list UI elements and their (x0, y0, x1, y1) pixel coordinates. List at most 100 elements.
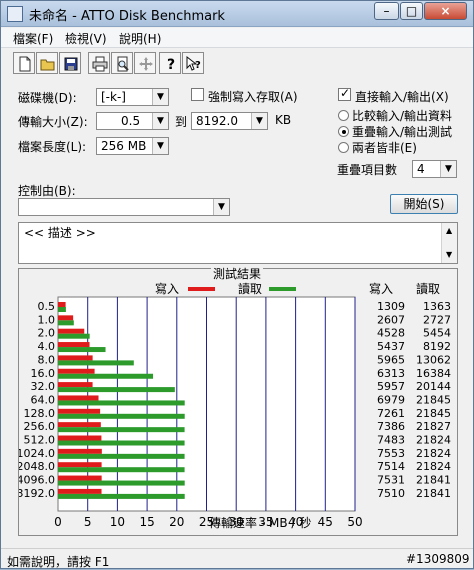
save-icon[interactable] (59, 52, 81, 74)
menu-help[interactable]: 說明(H) (119, 30, 161, 47)
title-bar[interactable]: 未命名 - ATTO Disk Benchmark – □ × (1, 1, 473, 27)
write-bar (58, 355, 93, 361)
y-tick-label: 128.0 (24, 407, 56, 420)
read-bar (58, 373, 154, 379)
force-write-checkbox[interactable] (191, 88, 204, 101)
write-bar (58, 422, 101, 428)
x-tick-label: 10 (110, 515, 125, 529)
close-button[interactable]: × (424, 2, 467, 20)
read-value: 8192 (423, 340, 451, 353)
read-value: 21841 (416, 474, 451, 487)
write-value: 5965 (377, 353, 405, 366)
description-text: << 描述 >> (24, 226, 96, 240)
chart-x-axis-label: 傳輸速率 - MB / 秒 (209, 515, 311, 530)
write-value: 7553 (377, 447, 405, 460)
y-tick-label: 4.0 (38, 340, 56, 353)
start-button[interactable]: 開始(S) (390, 194, 458, 214)
file-length-select[interactable]: 256 MB ▼ (96, 137, 169, 155)
read-bar (58, 467, 185, 473)
chevron-down-icon[interactable]: ▼ (213, 199, 229, 215)
write-bar (58, 342, 90, 348)
transfer-from-select[interactable]: 0.5 ▼ (96, 112, 169, 130)
read-value: 21824 (416, 460, 451, 473)
write-bar (58, 395, 99, 401)
description-box[interactable]: << 描述 >> ▲ ▼ (18, 222, 458, 264)
write-value: 4528 (377, 327, 405, 340)
write-bar (58, 408, 101, 414)
transfer-size-label: 傳輸大小(Z): (18, 115, 88, 129)
read-value: 16384 (416, 367, 451, 380)
read-bar (58, 307, 66, 312)
x-tick-label: 45 (318, 515, 333, 529)
write-bar (58, 475, 102, 481)
write-bar (58, 368, 95, 374)
overlapped-io-label: 重疊輸入/輸出測試 (352, 125, 453, 139)
chevron-down-icon[interactable]: ▼ (152, 138, 168, 154)
open-folder-icon[interactable] (36, 52, 58, 74)
y-tick-label: 512.0 (24, 434, 56, 447)
write-value: 7531 (377, 474, 405, 487)
overlapped-io-radio[interactable] (338, 126, 349, 137)
help-icon[interactable]: ? (159, 52, 181, 74)
app-icon (7, 6, 23, 22)
print-icon[interactable] (88, 52, 110, 74)
chevron-down-icon[interactable]: ▼ (152, 89, 168, 105)
y-tick-label: 1024.0 (19, 447, 55, 460)
new-document-icon[interactable] (13, 52, 35, 74)
compare-io-radio[interactable] (338, 110, 349, 121)
menu-view[interactable]: 檢視(V) (65, 30, 107, 47)
direct-io-checkbox[interactable]: ✓ (338, 86, 351, 101)
write-bar (58, 462, 102, 468)
atto-benchmark-window: 未命名 - ATTO Disk Benchmark – □ × 檔案(F) 檢視… (0, 0, 474, 569)
to-label: 到 (175, 115, 188, 129)
y-tick-label: 1.0 (38, 313, 56, 326)
read-bar (58, 400, 185, 406)
write-bar (58, 382, 93, 388)
read-bar (58, 427, 185, 433)
read-bar (58, 320, 74, 326)
x-tick-label: 20 (169, 515, 184, 529)
write-bar (58, 435, 102, 441)
menu-file[interactable]: 檔案(F) (13, 30, 53, 47)
read-bar (58, 347, 106, 353)
neither-radio[interactable] (338, 142, 349, 153)
read-bar (58, 493, 185, 499)
read-value: 21841 (416, 487, 451, 500)
controlled-by-select[interactable]: ▼ (18, 198, 230, 216)
write-value: 2607 (377, 313, 405, 326)
read-bar (58, 413, 185, 419)
maximize-button[interactable]: □ (400, 2, 423, 20)
chevron-down-icon[interactable]: ▼ (251, 113, 267, 129)
read-value: 20144 (416, 380, 451, 393)
write-value: 7514 (377, 460, 405, 473)
read-value: 21824 (416, 434, 451, 447)
y-tick-label: 4096.0 (19, 474, 55, 487)
controlled-by-label: 控制由(B): (18, 184, 76, 198)
drive-select[interactable]: [-k-] ▼ (96, 88, 169, 106)
file-length-label: 檔案長度(L): (18, 140, 87, 154)
chevron-down-icon[interactable]: ▼ (440, 161, 456, 177)
write-value: 6313 (377, 367, 405, 380)
write-value: 1309 (377, 300, 405, 313)
y-tick-label: 64.0 (31, 393, 56, 406)
move-icon[interactable] (134, 52, 156, 74)
direct-io-label: 直接輸入/輸出(X) (355, 90, 449, 104)
menu-bar: 檔案(F) 檢視(V) 說明(H) (1, 28, 473, 48)
print-preview-icon[interactable] (111, 52, 133, 74)
minimize-button[interactable]: – (374, 2, 399, 20)
description-scrollbar[interactable]: ▲ ▼ (441, 223, 457, 263)
write-bar (58, 328, 85, 334)
transfer-to-select[interactable]: 8192.0 ▼ (191, 112, 268, 130)
force-write-label: 強制寫入存取(A) (208, 90, 298, 104)
chevron-down-icon[interactable]: ▼ (152, 113, 168, 129)
context-help-icon[interactable]: ? (182, 52, 204, 74)
write-value: 6979 (377, 393, 405, 406)
write-value: 7261 (377, 407, 405, 420)
queue-depth-select[interactable]: 4 ▼ (412, 160, 457, 178)
neither-label: 兩者皆非(E) (352, 141, 417, 155)
y-tick-label: 3192.0 (19, 487, 55, 500)
x-tick-label: 15 (139, 515, 154, 529)
y-tick-label: 16.0 (31, 367, 56, 380)
window-title: 未命名 - ATTO Disk Benchmark (29, 9, 225, 24)
read-value: 21845 (416, 393, 451, 406)
